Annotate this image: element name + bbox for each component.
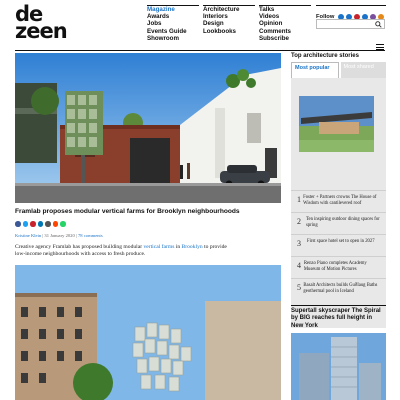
article-date: 31 January 2020 xyxy=(44,233,75,238)
item-title[interactable]: First space hotel set to open in 2027 xyxy=(307,239,375,252)
nav-awards[interactable]: Awards xyxy=(147,13,199,20)
list-item[interactable]: 3 First space hotel set to open in 2027 xyxy=(291,234,386,256)
article-byline: Kristine Klein | 31 January 2020 | 78 co… xyxy=(15,233,103,238)
author-link[interactable]: Kristine Klein xyxy=(15,233,41,238)
pinterest-icon[interactable] xyxy=(30,221,36,227)
item-title[interactable]: Basalt Architects builds GuðIaug Baths g… xyxy=(303,283,384,296)
reddit-icon[interactable] xyxy=(52,221,58,227)
nav-comments[interactable]: Comments xyxy=(259,28,311,35)
nav-column-3: Talks Videos Opinion Comments Subscribe xyxy=(259,5,311,42)
standfirst-text-b: in xyxy=(174,244,182,250)
nav-interiors[interactable]: Interiors xyxy=(203,13,255,20)
follow-bar: Follow xyxy=(316,5,386,20)
link-brooklyn[interactable]: Brooklyn xyxy=(182,244,203,250)
nav-column-1: Magazine Awards Jobs Events Guide Showro… xyxy=(147,5,199,42)
item-number: 2 xyxy=(297,217,301,226)
sidebar-promo: Supertall skyscraper The Spiral by BIG r… xyxy=(291,305,386,400)
article-hero-image[interactable] xyxy=(15,53,281,203)
article-title[interactable]: Framlab proposes modular vertical farms … xyxy=(15,208,240,215)
nav-column-2: Architecture Interiors Design Lookbooks xyxy=(203,5,255,35)
nav-showroom[interactable]: Showroom xyxy=(147,35,199,42)
item-title[interactable]: Ten inspiring outdoor dining spaces for … xyxy=(306,217,384,230)
link-vertical-farms[interactable]: vertical farms xyxy=(143,244,174,250)
list-item[interactable]: 2 Ten inspiring outdoor dining spaces fo… xyxy=(291,212,386,234)
facebook-icon[interactable] xyxy=(15,221,21,227)
nav-magazine[interactable]: Magazine xyxy=(147,6,199,13)
whatsapp-icon[interactable] xyxy=(60,221,66,227)
nav-subscribe[interactable]: Subscribe xyxy=(259,35,311,42)
item-number: 3 xyxy=(297,239,301,248)
nav-events-guide[interactable]: Events Guide xyxy=(147,28,199,35)
popular-panel: 1 Foster + Partners crowns The House of … xyxy=(291,78,386,328)
nav-design[interactable]: Design xyxy=(203,20,255,27)
list-item[interactable]: 4 Renzo Piano completes Academy Museum o… xyxy=(291,256,386,278)
nav-videos[interactable]: Videos xyxy=(259,13,311,20)
promo-title[interactable]: Supertall skyscraper The Spiral by BIG r… xyxy=(291,305,386,330)
nav-jobs[interactable]: Jobs xyxy=(147,20,199,27)
popular-story-image[interactable] xyxy=(299,96,374,152)
sidebar-top-stories: Top architecture stories Most popular Mo… xyxy=(291,53,386,328)
article-second-image[interactable] xyxy=(15,265,281,400)
search-input[interactable] xyxy=(316,19,385,29)
tab-most-popular[interactable]: Most popular xyxy=(291,62,339,78)
item-title[interactable]: Renzo Piano completes Academy Museum of … xyxy=(304,261,384,274)
list-item[interactable]: 1 Foster + Partners crowns The House of … xyxy=(291,190,386,212)
nav-talks[interactable]: Talks xyxy=(259,6,311,13)
standfirst-text-a: Creative agency Framlab has proposed bui… xyxy=(15,244,144,250)
header-rule xyxy=(15,50,385,51)
item-title[interactable]: Foster + Partners crowns The House of Wi… xyxy=(303,195,384,208)
sidebar-heading: Top architecture stories xyxy=(291,53,359,59)
popular-list: 1 Foster + Partners crowns The House of … xyxy=(291,190,386,300)
nav-architecture[interactable]: Architecture xyxy=(203,6,255,13)
list-item[interactable]: 5 Basalt Architects builds GuðIaug Baths… xyxy=(291,278,386,300)
item-number: 4 xyxy=(297,261,301,270)
logo-line-2: zeen xyxy=(15,19,68,43)
comments-link[interactable]: 78 comments xyxy=(78,233,103,238)
tab-most-shared[interactable]: Most shared xyxy=(340,62,386,78)
email-icon[interactable] xyxy=(45,221,51,227)
dezeen-logo[interactable]: de zeen xyxy=(15,4,95,43)
search-icon[interactable] xyxy=(375,21,382,28)
share-bar xyxy=(15,221,66,227)
nav-lookbooks[interactable]: Lookbooks xyxy=(203,28,255,35)
twitter-icon[interactable] xyxy=(22,221,28,227)
nav-opinion[interactable]: Opinion xyxy=(259,20,311,27)
article-standfirst: Creative agency Framlab has proposed bui… xyxy=(15,244,235,259)
promo-image[interactable] xyxy=(291,332,386,400)
linkedin-icon[interactable] xyxy=(37,221,43,227)
menu-icon[interactable] xyxy=(376,44,384,51)
sidebar-tabs: Most popular Most shared xyxy=(291,62,386,78)
